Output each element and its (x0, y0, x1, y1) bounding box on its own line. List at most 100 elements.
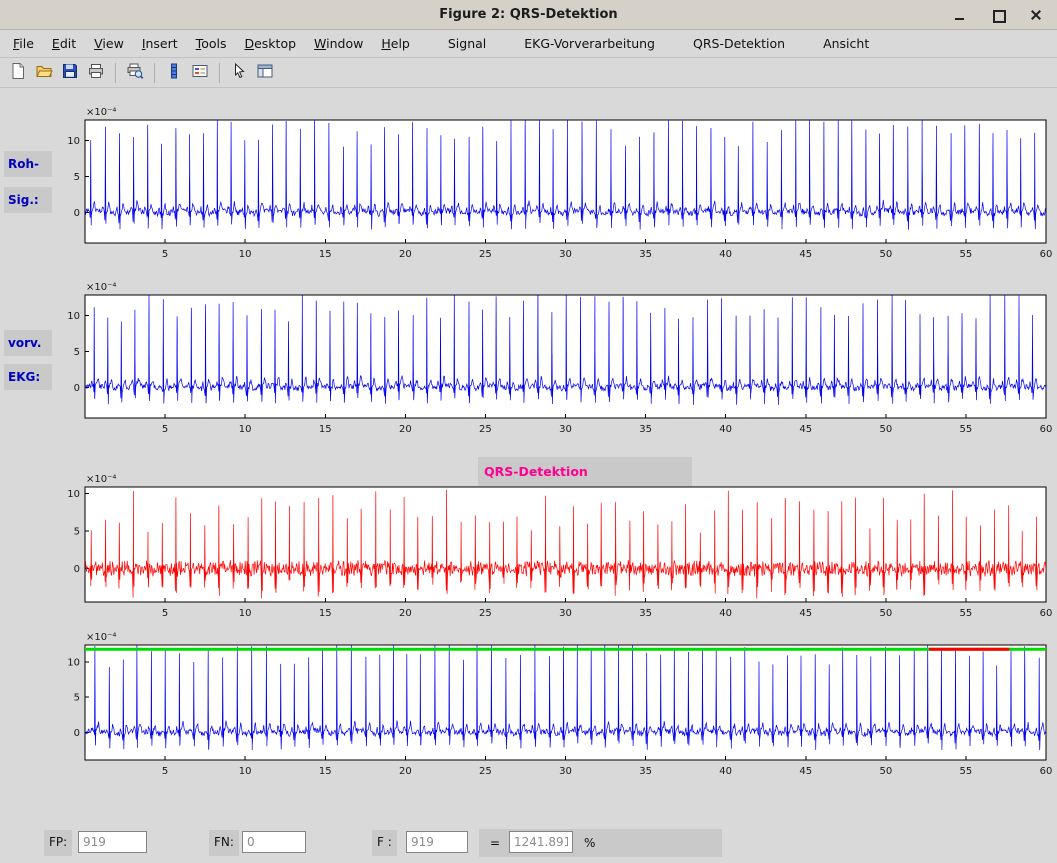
colorbar-button[interactable] (162, 61, 186, 85)
svg-text:20: 20 (399, 766, 412, 777)
property-editor-button[interactable] (253, 61, 277, 85)
svg-text:25: 25 (479, 766, 492, 777)
svg-text:30: 30 (559, 766, 572, 777)
f-input[interactable] (406, 831, 468, 853)
fp-input[interactable] (78, 831, 147, 853)
svg-text:40: 40 (719, 766, 732, 777)
svg-text:20: 20 (399, 424, 412, 435)
svg-text:30: 30 (559, 249, 572, 260)
svg-text:55: 55 (960, 424, 973, 435)
figure-canvas: Roh- Sig.: vorv. EKG: QRS-Detektion 5101… (0, 88, 1057, 863)
svg-text:45: 45 (799, 608, 812, 619)
svg-text:0: 0 (74, 728, 80, 739)
menu-bar: FileEditViewInsertToolsDesktopWindowHelp… (0, 30, 1057, 58)
print-button[interactable] (84, 61, 108, 85)
save-figure-button[interactable] (58, 61, 82, 85)
colorbar-icon (165, 62, 183, 84)
svg-text:15: 15 (319, 249, 332, 260)
menu-view[interactable]: View (85, 32, 133, 55)
menu-file[interactable]: File (4, 32, 43, 55)
new-figure-button[interactable] (6, 61, 30, 85)
menu-window[interactable]: Window (305, 32, 372, 55)
svg-text:5: 5 (162, 249, 168, 260)
menu-desktop[interactable]: Desktop (235, 32, 305, 55)
svg-text:45: 45 (799, 766, 812, 777)
svg-text:60: 60 (1040, 249, 1053, 260)
svg-text:50: 50 (879, 766, 892, 777)
percent-label: % (579, 831, 600, 857)
legend-button[interactable] (188, 61, 212, 85)
svg-text:0: 0 (74, 383, 80, 394)
svg-text:40: 40 (719, 249, 732, 260)
maximize-button[interactable] (991, 8, 1005, 22)
print-preview-icon (126, 62, 144, 84)
print-preview-button[interactable] (123, 61, 147, 85)
svg-text:10: 10 (239, 424, 252, 435)
menu-ekg-vorverarbeitung[interactable]: EKG-Vorverarbeitung (515, 32, 664, 55)
window-title: Figure 2: QRS-Detektion (439, 7, 617, 22)
svg-text:10: 10 (239, 766, 252, 777)
svg-text:35: 35 (639, 766, 652, 777)
svg-text:×10⁻⁴: ×10⁻⁴ (86, 632, 116, 643)
svg-text:×10⁻⁴: ×10⁻⁴ (86, 474, 116, 485)
svg-text:10: 10 (67, 657, 80, 668)
svg-text:40: 40 (719, 608, 732, 619)
menu-signal[interactable]: Signal (439, 32, 495, 55)
svg-text:0: 0 (74, 564, 80, 575)
edit-plot-button[interactable] (227, 61, 251, 85)
svg-text:10: 10 (67, 136, 80, 147)
result-input[interactable] (509, 831, 573, 853)
svg-text:30: 30 (559, 424, 572, 435)
fn-input[interactable] (242, 831, 306, 853)
open-file-button[interactable] (32, 61, 56, 85)
plot-detektion: 510152025303540455055600510×10⁻⁴ (45, 629, 1057, 784)
svg-text:60: 60 (1040, 608, 1053, 619)
svg-text:35: 35 (639, 249, 652, 260)
svg-text:50: 50 (879, 249, 892, 260)
svg-text:55: 55 (960, 249, 973, 260)
menu-ansicht[interactable]: Ansicht (814, 32, 878, 55)
legend-icon (191, 62, 209, 84)
svg-text:10: 10 (67, 311, 80, 322)
svg-text:50: 50 (879, 424, 892, 435)
minimize-button[interactable] (953, 8, 967, 22)
svg-text:50: 50 (879, 608, 892, 619)
svg-text:10: 10 (67, 489, 80, 500)
fp-label: FP: (44, 830, 72, 856)
open-file-icon (35, 62, 53, 84)
equals-label: = (485, 831, 505, 857)
svg-text:15: 15 (319, 424, 332, 435)
toolbar-separator (219, 63, 220, 83)
menu-tools[interactable]: Tools (187, 32, 236, 55)
svg-text:10: 10 (239, 608, 252, 619)
menu-insert[interactable]: Insert (133, 32, 187, 55)
new-figure-icon (9, 62, 27, 84)
tool-bar (0, 58, 1057, 88)
svg-text:40: 40 (719, 424, 732, 435)
toolbar-separator (154, 63, 155, 83)
svg-text:25: 25 (479, 249, 492, 260)
window-titlebar: Figure 2: QRS-Detektion (0, 0, 1057, 30)
menu-edit[interactable]: Edit (43, 32, 85, 55)
print-icon (87, 62, 105, 84)
menu-qrs-detektion[interactable]: QRS-Detektion (684, 32, 794, 55)
svg-text:55: 55 (960, 766, 973, 777)
menu-help[interactable]: Help (372, 32, 419, 55)
plot-roh-signal: 5 10 15 20 25 30 35 40 45 50 55 60 0 5 10 ×10⁻⁴ (45, 104, 1057, 267)
svg-text:30: 30 (559, 608, 572, 619)
svg-text:0: 0 (74, 208, 80, 219)
svg-text:55: 55 (960, 608, 973, 619)
svg-text:20: 20 (399, 249, 412, 260)
svg-text:10: 10 (239, 249, 252, 260)
fn-label: FN: (209, 830, 239, 856)
svg-text:×10⁻⁴: ×10⁻⁴ (86, 282, 116, 293)
close-button[interactable] (1029, 8, 1043, 22)
svg-text:35: 35 (639, 608, 652, 619)
svg-text:5: 5 (74, 347, 80, 358)
edit-plot-icon (230, 62, 248, 84)
svg-text:×10⁻⁴: ×10⁻⁴ (86, 107, 116, 118)
plot-qrs-detektion: 510152025303540455055600510×10⁻⁴ (45, 471, 1057, 626)
save-figure-icon (61, 62, 79, 84)
svg-text:5: 5 (74, 172, 80, 183)
svg-text:45: 45 (799, 249, 812, 260)
